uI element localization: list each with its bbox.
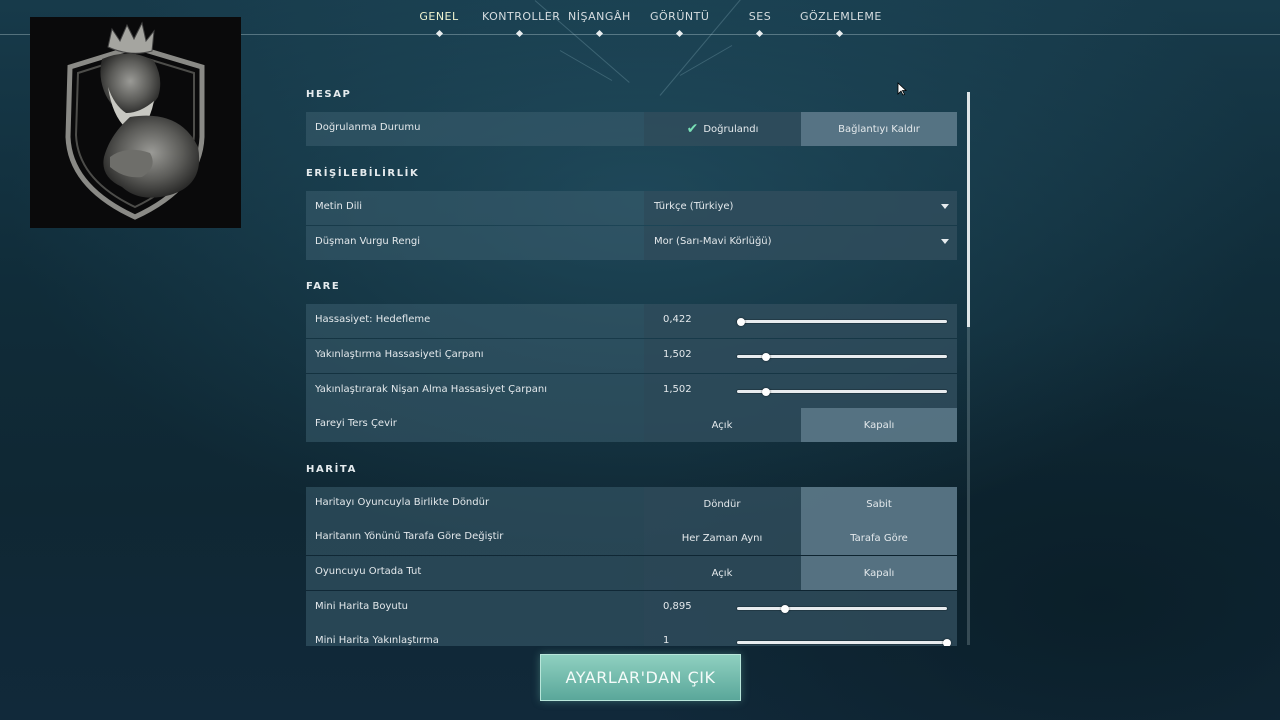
- row-verification-status: Doğrulanma Durumu ✔ Doğrulandı Bağlantıy…: [306, 112, 957, 146]
- crowned-warrior-shield-icon: [65, 21, 205, 220]
- slider-value: 1,502: [663, 384, 692, 395]
- minimap-size-slider[interactable]: [737, 604, 947, 613]
- sensitivity-slider[interactable]: [737, 317, 947, 326]
- row-ads-multiplier: Yakınlaştırarak Nişan Alma Hassasiyet Ça…: [306, 374, 957, 408]
- row-rotate-map: Haritayı Oyuncuyla Birlikte Döndür Döndü…: [306, 487, 957, 521]
- chevron-down-icon: [941, 239, 949, 244]
- zoom-multiplier-control: 1,502: [644, 339, 957, 373]
- text-language-dropdown[interactable]: Türkçe (Türkiye): [644, 191, 957, 225]
- row-zoom-multiplier: Yakınlaştırma Hassasiyeti Çarpanı 1,502: [306, 339, 957, 373]
- row-invert-mouse: Fareyi Ters Çevir Açık Kapalı: [306, 408, 957, 442]
- tab-indicator-dot: [755, 29, 764, 38]
- dropdown-value: Türkçe (Türkiye): [654, 201, 734, 212]
- row-label: Düşman Vurgu Rengi: [315, 236, 421, 247]
- tab-indicator-dot: [435, 29, 444, 38]
- tab-indicator-dot: [515, 29, 524, 38]
- slider-thumb[interactable]: [762, 387, 771, 396]
- enemy-highlight-control: Mor (Sarı-Mavi Körlüğü): [644, 226, 957, 260]
- tab-indicator-dot: [595, 29, 604, 38]
- minimap-zoom-slider[interactable]: [737, 638, 951, 646]
- section-title-erisilebilirlik: ERİŞİLEBİLİRLİK: [306, 168, 420, 179]
- tab-gozlemleme[interactable]: GÖZLEMLEME: [800, 10, 881, 23]
- ads-multiplier-control: 1,502: [644, 374, 957, 408]
- row-label: Mini Harita Boyutu: [315, 601, 408, 612]
- tab-kontroller[interactable]: KONTROLLER: [482, 10, 560, 23]
- slider-thumb[interactable]: [762, 352, 771, 361]
- invert-mouse-on-option[interactable]: Açık: [644, 408, 800, 442]
- slider-thumb[interactable]: [943, 638, 951, 646]
- row-label: Yakınlaştırarak Nişan Alma Hassasiyet Ça…: [315, 384, 547, 395]
- row-label: Hassasiyet: Hedefleme: [315, 314, 431, 325]
- tab-indicator-dot: [675, 29, 684, 38]
- row-label: Haritanın Yönünü Tarafa Göre Değiştir: [315, 531, 504, 542]
- slider-value: 0,422: [663, 314, 692, 325]
- row-minimap-size: Mini Harita Boyutu 0,895: [306, 591, 957, 625]
- verified-status-text: Doğrulandı: [703, 123, 759, 135]
- chevron-down-icon: [941, 204, 949, 209]
- row-map-orientation: Haritanın Yönünü Tarafa Göre Değiştir He…: [306, 521, 957, 555]
- row-label: Fareyi Ters Çevir: [315, 418, 397, 429]
- scrollbar-thumb[interactable]: [967, 92, 970, 327]
- row-label: Mini Harita Yakınlaştırma: [315, 635, 439, 646]
- enemy-highlight-dropdown[interactable]: Mor (Sarı-Mavi Körlüğü): [644, 226, 957, 260]
- slider-value: 1,502: [663, 349, 692, 360]
- invert-mouse-off-option[interactable]: Kapalı: [801, 408, 957, 442]
- row-center-player: Oyuncuyu Ortada Tut Açık Kapalı: [306, 556, 957, 590]
- by-side-option[interactable]: Tarafa Göre: [801, 521, 957, 555]
- tab-genel[interactable]: GENEL: [415, 10, 463, 23]
- section-title-fare: FARE: [306, 281, 341, 292]
- minimap-size-control: 0,895: [644, 591, 957, 625]
- row-enemy-highlight-color: Düşman Vurgu Rengi Mor (Sarı-Mavi Körlüğ…: [306, 226, 957, 260]
- tab-goruntu[interactable]: GÖRÜNTÜ: [650, 10, 709, 23]
- sensitivity-control: 0,422: [644, 304, 957, 338]
- center-player-control: Açık Kapalı: [644, 556, 957, 590]
- tab-ses[interactable]: SES: [740, 10, 780, 23]
- row-label: Haritayı Oyuncuyla Birlikte Döndür: [315, 497, 490, 508]
- center-player-off-option[interactable]: Kapalı: [801, 556, 957, 590]
- row-label: Yakınlaştırma Hassasiyeti Çarpanı: [315, 349, 484, 360]
- background-line: [559, 50, 613, 81]
- row-sensitivity: Hassasiyet: Hedefleme 0,422: [306, 304, 957, 338]
- rotate-option[interactable]: Döndür: [644, 487, 800, 521]
- verified-status: ✔ Doğrulandı: [644, 112, 801, 146]
- tab-indicator-dot: [835, 29, 844, 38]
- section-title-hesap: HESAP: [306, 89, 352, 100]
- slider-thumb[interactable]: [781, 604, 790, 613]
- zoom-multiplier-slider[interactable]: [737, 352, 947, 361]
- verification-control: ✔ Doğrulandı Bağlantıyı Kaldır: [644, 112, 957, 146]
- checkmark-icon: ✔: [686, 121, 699, 137]
- minimap-zoom-control: 1: [644, 625, 957, 646]
- section-title-harita: HARİTA: [306, 464, 357, 475]
- settings-scrollbar[interactable]: [967, 92, 970, 645]
- player-card: [30, 17, 241, 228]
- slider-value: 0,895: [663, 601, 692, 612]
- slider-thumb[interactable]: [737, 317, 746, 326]
- row-text-language: Metin Dili Türkçe (Türkiye): [306, 191, 957, 225]
- rotate-map-control: Döndür Sabit: [644, 487, 957, 521]
- unlink-account-button[interactable]: Bağlantıyı Kaldır: [801, 112, 957, 146]
- row-label: Doğrulanma Durumu: [315, 122, 421, 133]
- row-label: Metin Dili: [315, 201, 363, 212]
- invert-mouse-control: Açık Kapalı: [644, 408, 957, 442]
- slider-value: 1: [663, 635, 670, 646]
- dropdown-value: Mor (Sarı-Mavi Körlüğü): [654, 236, 772, 247]
- tab-nisangah[interactable]: NİŞANGÂH: [568, 10, 630, 23]
- map-orientation-control: Her Zaman Aynı Tarafa Göre: [644, 521, 957, 555]
- row-label: Oyuncuyu Ortada Tut: [315, 566, 422, 577]
- ads-multiplier-slider[interactable]: [737, 387, 947, 396]
- text-language-control: Türkçe (Türkiye): [644, 191, 957, 225]
- center-player-on-option[interactable]: Açık: [644, 556, 800, 590]
- row-minimap-zoom: Mini Harita Yakınlaştırma 1: [306, 625, 957, 646]
- exit-settings-button[interactable]: AYARLAR'DAN ÇIK: [540, 654, 741, 701]
- always-same-option[interactable]: Her Zaman Aynı: [644, 521, 800, 555]
- settings-panel: HESAP Doğrulanma Durumu ✔ Doğrulandı Bağ…: [306, 80, 957, 646]
- fixed-option[interactable]: Sabit: [801, 487, 957, 521]
- mouse-cursor-icon: [897, 82, 907, 96]
